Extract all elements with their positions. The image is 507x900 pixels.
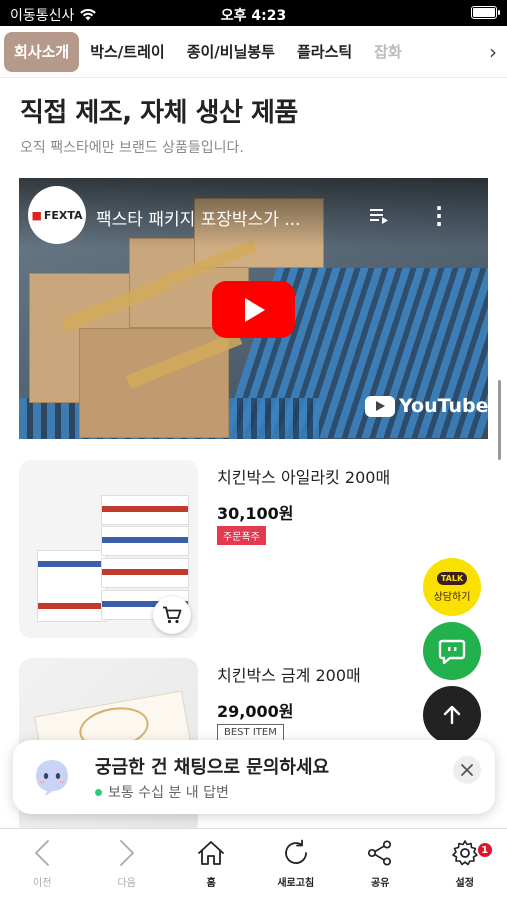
refresh-icon <box>284 839 307 864</box>
clock: 오후 4:23 <box>220 8 287 24</box>
chat-bubble-icon <box>438 639 466 665</box>
kakao-talk-consult-button[interactable]: TALK 상담하기 <box>423 558 481 616</box>
section-subtitle: 오직 팩스타에만 브랜드 상품들입니다. <box>20 140 244 156</box>
product-badge: 주문폭주 <box>217 526 266 545</box>
scroll-to-top-button[interactable] <box>423 686 481 744</box>
product-price: 29,000원 <box>217 702 294 721</box>
battery-icon <box>471 6 500 19</box>
toolbar-forward-label: 다음 <box>117 878 136 889</box>
toolbar-refresh-button[interactable]: 새로고침 <box>254 829 339 900</box>
online-status-dot <box>95 788 102 796</box>
product-name[interactable]: 치킨박스 아일라킷 200매 <box>217 464 390 488</box>
category-tab-paper-vinyl[interactable]: 종이/비닐봉투 <box>176 32 286 72</box>
toolbar-home-label: 홈 <box>206 878 216 889</box>
status-bar: 이동통신사 오후 4:23 <box>0 0 507 26</box>
section-title: 직접 제조, 자체 생산 제품 <box>20 98 298 128</box>
toolbar-settings-label: 설정 <box>455 878 474 889</box>
scrollbar[interactable] <box>498 380 501 460</box>
youtube-video-player[interactable]: ■ FEXTA 팩스타 패키지 포장박스가 ... · · · YouTube <box>19 178 488 439</box>
more-options-icon[interactable]: · · · <box>429 198 449 234</box>
product-badge: BEST ITEM <box>217 724 284 741</box>
talk-bubble-icon: TALK <box>436 571 468 585</box>
cart-icon <box>163 606 182 624</box>
category-nav: 회사소개 박스/트레이 종이/비닐봉투 플라스틱 잡화 › <box>0 26 507 78</box>
share-icon <box>368 840 392 866</box>
back-arrow-icon <box>35 840 50 866</box>
product-card[interactable]: 치킨박스 아일라킷 200매 30,100원 주문폭주 <box>19 460 489 638</box>
product-price: 30,100원 <box>217 504 294 523</box>
toolbar-home-button[interactable]: 홈 <box>169 829 254 900</box>
product-name[interactable]: 치킨박스 금계 200매 <box>217 662 361 686</box>
toolbar-back-button[interactable]: 이전 <box>0 829 85 900</box>
toolbar-settings-button[interactable]: 1 설정 <box>423 829 507 900</box>
banner-subtitle: 보통 수십 분 내 답변 <box>108 785 229 801</box>
arrow-up-icon <box>443 705 461 725</box>
toolbar-share-label: 공유 <box>371 878 390 889</box>
youtube-icon <box>365 395 395 417</box>
gear-icon <box>451 840 478 866</box>
add-to-cart-button[interactable] <box>153 596 191 634</box>
toolbar-back-label: 이전 <box>33 878 52 889</box>
category-tab-company[interactable]: 회사소개 <box>4 31 80 72</box>
bottom-toolbar: 이전 다음 홈 새로고침 공유 1 설정 <box>0 828 507 900</box>
chevron-right-icon[interactable]: › <box>489 40 497 64</box>
category-tab-box-tray[interactable]: 박스/트레이 <box>79 32 175 72</box>
close-icon <box>461 764 473 776</box>
toolbar-forward-button[interactable]: 다음 <box>85 829 170 900</box>
banner-title: 궁금한 건 채팅으로 문의하세요 <box>95 757 330 778</box>
close-banner-button[interactable] <box>453 756 481 784</box>
notification-badge: 1 <box>475 841 494 859</box>
category-tab-misc[interactable]: 잡화 <box>363 32 413 72</box>
toolbar-refresh-label: 새로고침 <box>277 878 315 889</box>
forward-arrow-icon <box>119 840 134 866</box>
home-icon <box>198 841 225 865</box>
talk-consult-label: 상담하기 <box>433 591 471 603</box>
video-title[interactable]: 팩스타 패키지 포장박스가 ... <box>96 205 300 230</box>
chatbot-avatar-icon <box>36 760 68 796</box>
play-button[interactable] <box>212 281 295 338</box>
chat-button[interactable] <box>423 622 481 680</box>
toolbar-share-button[interactable]: 공유 <box>338 829 423 900</box>
playlist-icon[interactable] <box>369 206 389 226</box>
category-tab-plastic[interactable]: 플라스틱 <box>286 32 363 72</box>
chat-inquiry-banner[interactable]: 궁금한 건 채팅으로 문의하세요 보통 수십 분 내 답변 <box>13 740 495 814</box>
channel-logo[interactable]: ■ FEXTA <box>28 186 86 244</box>
youtube-logo[interactable]: YouTube <box>365 395 488 417</box>
